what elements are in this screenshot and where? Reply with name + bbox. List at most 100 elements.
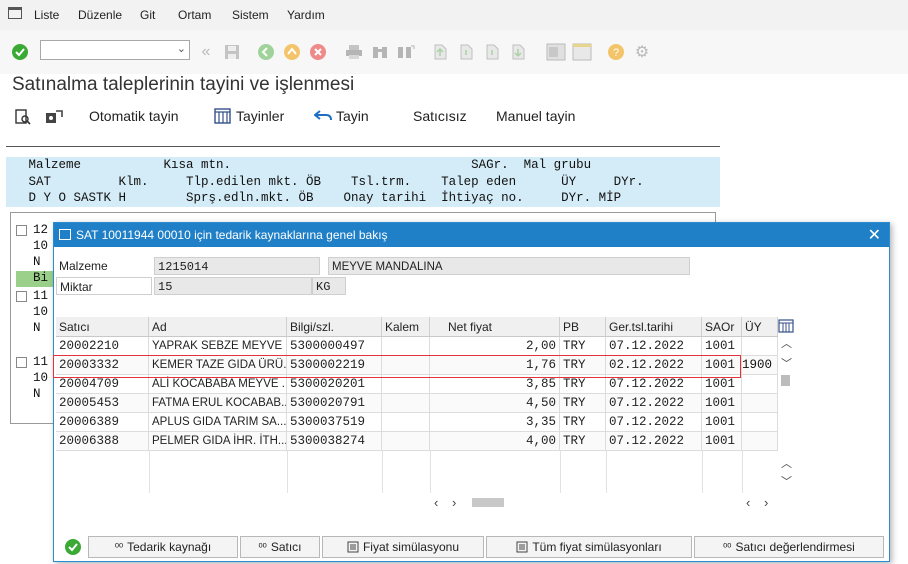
cell-vendor[interactable]: 20002210	[56, 337, 149, 356]
row-checkbox[interactable]	[16, 291, 27, 302]
vertical-scrollbar[interactable]: ︿ ﹀ ︿ ﹀	[776, 317, 796, 493]
source-of-supply-button[interactable]: ᵒᵒ Tedarik kaynağı	[88, 536, 238, 558]
all-price-simulations-button[interactable]: Tüm fiyat simülasyonları	[486, 536, 692, 558]
menu-duzenle[interactable]: Düzenle	[78, 8, 122, 22]
cell-vendor[interactable]: 20006388	[56, 432, 149, 451]
cell-info[interactable]: 5300037519	[287, 413, 382, 432]
cell-currency[interactable]: TRY	[560, 337, 606, 356]
cell-info[interactable]: 5300020791	[287, 394, 382, 413]
scroll-left-icon[interactable]: ‹	[434, 495, 438, 510]
cell-price[interactable]: 3,35	[430, 413, 560, 432]
enter-icon[interactable]	[10, 42, 30, 62]
cell-date[interactable]: 07.12.2022	[606, 432, 702, 451]
chevron-down-icon[interactable]: ⌄	[177, 42, 186, 55]
col-header-vendor[interactable]: Satıcı	[56, 317, 149, 337]
cell-org[interactable]: 1001	[702, 432, 742, 451]
cell-currency[interactable]: TRY	[560, 413, 606, 432]
scroll-end-down-icon[interactable]: ﹀	[781, 473, 792, 489]
scroll-right-2-icon[interactable]: ›	[764, 495, 768, 510]
assignments-button[interactable]: Tayinler	[214, 108, 284, 124]
menu-icon[interactable]	[8, 7, 22, 19]
menu-git[interactable]: Git	[140, 8, 155, 22]
table-row[interactable]: 20006388 PELMER GIDA İHR. İTH... 530003827…	[56, 432, 778, 451]
cell-price[interactable]: 4,50	[430, 394, 560, 413]
cell-plant[interactable]	[742, 394, 778, 413]
cell-name[interactable]: YAPRAK SEBZE MEYVE ...	[149, 337, 287, 356]
cell-date[interactable]: 07.12.2022	[606, 337, 702, 356]
column-config-icon[interactable]	[778, 319, 794, 336]
cell-item[interactable]	[382, 413, 430, 432]
cell-name[interactable]: APLUS GIDA TARIM SA...	[149, 413, 287, 432]
menu-sistem[interactable]: Sistem	[232, 8, 269, 22]
menu-yardim[interactable]: Yardım	[287, 8, 325, 22]
cell-info[interactable]: 5300038274	[287, 432, 382, 451]
back-nav-icon	[256, 42, 276, 62]
col-header-name[interactable]: Ad	[149, 317, 287, 337]
scroll-up-icon[interactable]: ︿	[781, 335, 792, 351]
cell-org[interactable]: 1001	[702, 413, 742, 432]
confirm-icon[interactable]	[60, 536, 86, 558]
cell-plant[interactable]	[742, 375, 778, 394]
cell-item[interactable]	[382, 337, 430, 356]
list-item: N	[33, 321, 41, 335]
col-header-purch-org[interactable]: SAOr	[702, 317, 742, 337]
vendor-button[interactable]: ᵒᵒ Satıcı	[240, 536, 320, 558]
cell-org[interactable]: 1001	[702, 394, 742, 413]
horizontal-scrollbar[interactable]: ‹ › ‹ ›	[56, 493, 796, 511]
cell-name[interactable]: PELMER GIDA İHR. İTH...	[149, 432, 287, 451]
cell-item[interactable]	[382, 394, 430, 413]
col-header-plant[interactable]: ÜY	[742, 317, 778, 337]
table-row[interactable]: 20005453 FATMA ERUL KOCABAB... 5300020791 4…	[56, 394, 778, 413]
command-field[interactable]: ⌄	[40, 40, 190, 60]
cell-currency[interactable]: TRY	[560, 432, 606, 451]
menu-ortam[interactable]: Ortam	[178, 8, 211, 22]
cell-plant[interactable]	[742, 413, 778, 432]
menu-liste[interactable]: Liste	[34, 8, 59, 22]
scroll-thumb[interactable]	[781, 375, 790, 386]
scroll-left-2-icon[interactable]: ‹	[746, 495, 750, 510]
col-header-delivery-date[interactable]: Ger.tsl.tarihi	[606, 317, 702, 337]
cell-price[interactable]: 2,00	[430, 337, 560, 356]
table-row[interactable]: 20006389 APLUS GIDA TARIM SA... 5300037519…	[56, 413, 778, 432]
auto-assign-button[interactable]: Otomatik tayin	[89, 108, 178, 124]
scroll-down-icon[interactable]: ﹀	[781, 355, 792, 371]
cell-plant[interactable]	[742, 337, 778, 356]
all-price-simulations-label: Tüm fiyat simülasyonları	[532, 540, 662, 554]
cell-item[interactable]	[382, 432, 430, 451]
row-checkbox[interactable]	[16, 225, 27, 236]
cell-date[interactable]: 07.12.2022	[606, 394, 702, 413]
exit-icon	[282, 42, 302, 62]
list-header-row-2: SAT Klm. Tlp.edilen mkt. ÖB Tsl.trm. Tal…	[6, 175, 644, 189]
cell-plant[interactable]	[742, 432, 778, 451]
glasses-icon: ᵒᵒ	[114, 541, 124, 553]
undo-arrow-icon	[314, 110, 332, 121]
col-header-currency[interactable]: PB	[560, 317, 606, 337]
next-page-icon	[482, 42, 502, 62]
close-icon[interactable]: ✕	[868, 225, 881, 245]
row-checkbox[interactable]	[16, 357, 27, 368]
cell-vendor[interactable]: 20006389	[56, 413, 149, 432]
assign-tool-icon[interactable]	[44, 108, 64, 126]
scroll-right-icon[interactable]: ›	[452, 495, 456, 510]
no-vendor-button[interactable]: Satıcısız	[413, 108, 467, 124]
cell-name[interactable]: FATMA ERUL KOCABAB...	[149, 394, 287, 413]
col-header-item[interactable]: Kalem	[382, 317, 430, 337]
cell-currency[interactable]: TRY	[560, 394, 606, 413]
standard-toolbar: ⌄ « ? ⚙	[0, 30, 908, 74]
cell-info[interactable]: 5300000497	[287, 337, 382, 356]
cell-date[interactable]: 07.12.2022	[606, 413, 702, 432]
col-header-net-price[interactable]: Net fiyat	[430, 317, 560, 337]
cell-org[interactable]: 1001	[702, 337, 742, 356]
scroll-up-bottom-icon[interactable]: ︿	[781, 455, 792, 471]
manual-assign-button[interactable]: Manuel tayin	[496, 108, 575, 124]
h-scroll-thumb[interactable]	[472, 498, 504, 507]
vendor-evaluation-button[interactable]: ᵒᵒ Satıcı değerlendirmesi	[694, 536, 884, 558]
table-row[interactable]: 20002210 YAPRAK SEBZE MEYVE ... 5300000497…	[56, 337, 778, 356]
cell-vendor[interactable]: 20005453	[56, 394, 149, 413]
detail-icon[interactable]	[14, 108, 32, 126]
price-simulation-button[interactable]: Fiyat simülasyonu	[322, 536, 484, 558]
cell-price[interactable]: 4,00	[430, 432, 560, 451]
assign-button[interactable]: Tayin	[314, 108, 369, 124]
command-input[interactable]	[41, 41, 169, 59]
col-header-info-record[interactable]: Bilgi/szl.	[287, 317, 382, 337]
